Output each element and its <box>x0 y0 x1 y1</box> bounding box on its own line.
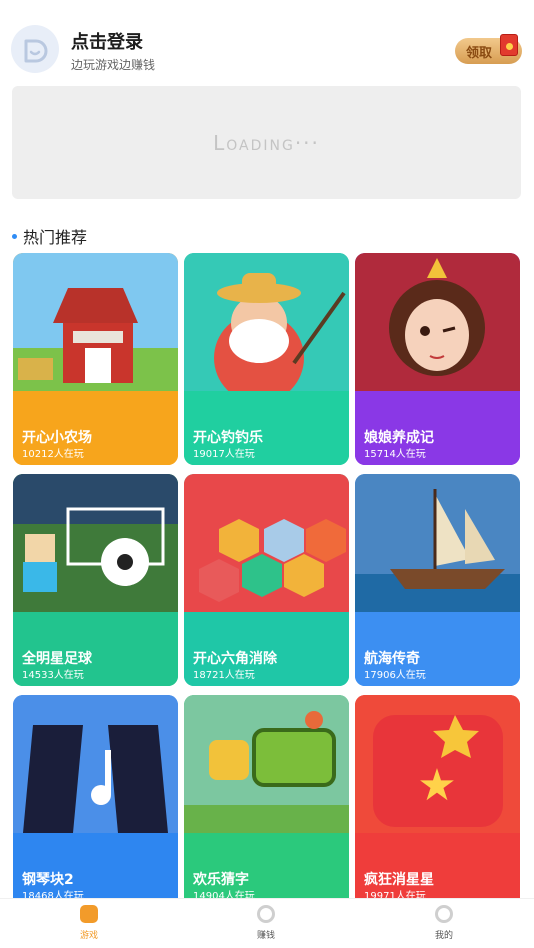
header: 点击登录 边玩游戏边赚钱 领取 <box>0 0 534 82</box>
tab-label: 我的 <box>434 931 453 941</box>
game-name: 航海传奇 <box>364 651 420 667</box>
tab-earn[interactable]: 赚钱 <box>236 905 296 941</box>
game-name: 疯狂消星星 <box>364 872 434 888</box>
game-name: 开心六角消除 <box>193 651 277 667</box>
game-cover-image <box>184 474 349 612</box>
tab-label: 游戏 <box>79 931 98 941</box>
game-cover-image <box>13 695 178 833</box>
smile-face-icon <box>24 39 48 63</box>
loading-text: Loading··· <box>213 130 320 155</box>
game-name: 全明星足球 <box>22 651 92 667</box>
game-cover-image <box>355 253 520 391</box>
game-card[interactable]: 航海传奇 17906人在玩 <box>355 474 520 686</box>
game-card[interactable]: ★ 疯狂消星星 19971人在玩 <box>355 695 520 907</box>
avatar[interactable] <box>11 25 59 73</box>
game-cover-image <box>13 253 178 391</box>
game-player-count: 10212人在玩 <box>22 449 84 460</box>
game-player-count: 15714人在玩 <box>364 449 426 460</box>
game-card[interactable]: 全明星足球 14533人在玩 <box>13 474 178 686</box>
game-name: 开心小农场 <box>22 430 92 446</box>
game-card[interactable]: 钢琴块2 18468人在玩 <box>13 695 178 907</box>
game-cover-image <box>13 474 178 612</box>
coin-icon <box>257 905 275 923</box>
tab-mine[interactable]: 我的 <box>414 905 474 941</box>
section-dot <box>12 233 17 239</box>
game-player-count: 14533人在玩 <box>22 670 84 681</box>
claim-label: 领取 <box>466 45 493 61</box>
game-cover-image <box>184 695 349 833</box>
red-packet-icon <box>500 34 518 56</box>
game-cover-image: ★ <box>355 695 520 833</box>
section-title-text: 热门推荐 <box>23 228 88 247</box>
banner[interactable]: Loading··· <box>12 86 521 199</box>
game-card[interactable]: 开心六角消除 18721人在玩 <box>184 474 349 686</box>
game-card[interactable]: 欢乐猜字 14904人在玩 <box>184 695 349 907</box>
claim-button[interactable]: 领取 <box>455 34 522 64</box>
gamepad-icon <box>80 905 98 923</box>
game-name: 开心钓钓乐 <box>193 430 263 446</box>
game-card[interactable]: 开心小农场 10212人在玩 <box>13 253 178 465</box>
svg-text:★: ★ <box>417 760 456 811</box>
game-player-count: 17906人在玩 <box>364 670 426 681</box>
game-name: 钢琴块2 <box>22 872 74 888</box>
game-player-count: 18721人在玩 <box>193 670 255 681</box>
game-card[interactable]: 开心钓钓乐 19017人在玩 <box>184 253 349 465</box>
tab-games[interactable]: 游戏 <box>59 905 119 941</box>
login-title[interactable]: 点击登录 <box>71 28 143 54</box>
game-name: 娘娘养成记 <box>364 430 434 446</box>
tab-label: 赚钱 <box>256 931 275 941</box>
login-subtitle: 边玩游戏边赚钱 <box>71 58 156 72</box>
game-card[interactable]: 娘娘养成记 15714人在玩 <box>355 253 520 465</box>
game-cover-image <box>355 474 520 612</box>
section-title: 热门推荐 <box>12 224 87 248</box>
game-name: 欢乐猜字 <box>193 872 249 888</box>
profile-icon <box>435 905 453 923</box>
game-cover-image <box>184 253 349 391</box>
game-player-count: 19017人在玩 <box>193 449 255 460</box>
bottom-tab-bar: 游戏 赚钱 我的 <box>0 898 534 948</box>
